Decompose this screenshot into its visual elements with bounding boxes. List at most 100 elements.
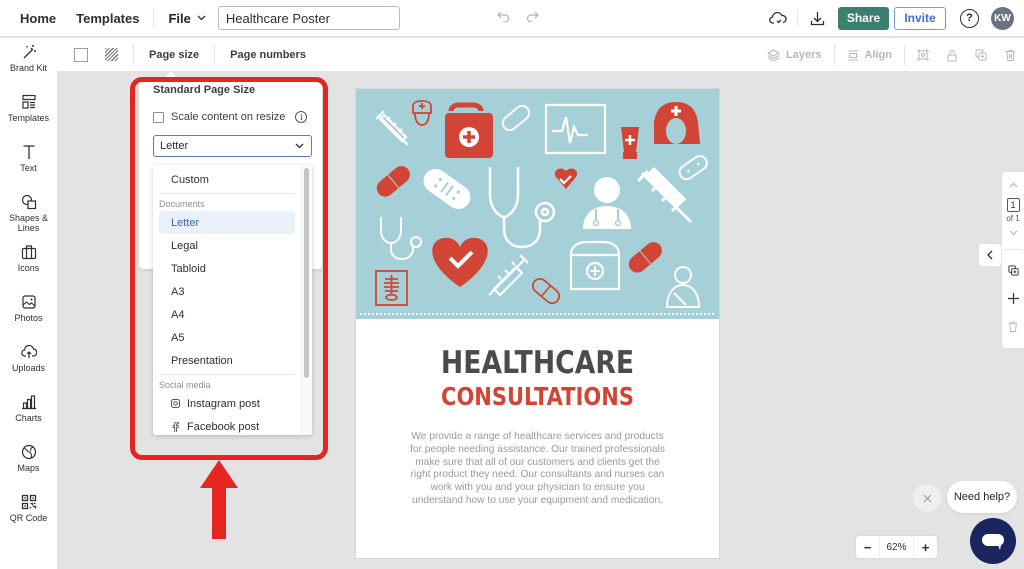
invite-button[interactable]: Invite bbox=[894, 6, 946, 30]
sidebar-label: QR Code bbox=[9, 513, 48, 523]
undo-icon[interactable] bbox=[497, 10, 510, 22]
redo-icon[interactable] bbox=[526, 10, 539, 22]
download-icon[interactable] bbox=[804, 5, 830, 31]
sidebar-item-qr-code[interactable]: QR Code bbox=[0, 488, 57, 538]
selected-size: Letter bbox=[160, 140, 189, 152]
duplicate-page-button[interactable] bbox=[1002, 256, 1024, 284]
page-numbers-button[interactable]: Page numbers bbox=[230, 49, 306, 61]
option-label: Facebook post bbox=[187, 420, 260, 433]
capsule-icon bbox=[628, 242, 662, 273]
layers-icon bbox=[767, 49, 781, 61]
collapse-panel-button[interactable] bbox=[979, 244, 1001, 266]
toolbar-right-actions: Layers Align bbox=[767, 38, 1016, 72]
option-facebook-post[interactable]: Facebook post bbox=[159, 415, 295, 435]
duplicate-icon bbox=[975, 49, 987, 61]
delete-button[interactable] bbox=[1005, 49, 1016, 61]
need-help-bubble[interactable]: Need help? bbox=[947, 481, 1017, 513]
home-link[interactable]: Home bbox=[20, 11, 56, 26]
sidebar-item-templates[interactable]: Templates bbox=[0, 88, 57, 138]
option-custom[interactable]: Custom bbox=[159, 168, 295, 191]
text-icon bbox=[23, 145, 34, 159]
dropdown-scrollbar-thumb[interactable] bbox=[304, 168, 309, 378]
divider bbox=[159, 193, 295, 194]
first-aid-kit-icon bbox=[445, 102, 493, 158]
scale-content-checkbox[interactable] bbox=[153, 111, 164, 123]
syringe-icon bbox=[488, 254, 529, 297]
scale-content-option: Scale content on resize i bbox=[153, 111, 308, 123]
duplicate-button[interactable] bbox=[975, 49, 987, 61]
close-help-button[interactable] bbox=[913, 484, 941, 512]
option-tabloid[interactable]: Tabloid bbox=[159, 257, 295, 280]
trash-icon bbox=[1006, 49, 1015, 61]
layers-label: Layers bbox=[786, 49, 822, 61]
sidebar-label: Templates bbox=[7, 113, 50, 123]
divider bbox=[797, 10, 798, 26]
poster-page[interactable]: HEALTHCARE CONSULTATIONS We provide a ra… bbox=[356, 89, 719, 558]
align-button[interactable]: Align bbox=[847, 49, 892, 61]
sidebar-item-icons[interactable]: Icons bbox=[0, 238, 57, 288]
sidebar-item-shapes[interactable]: Shapes & Lines bbox=[0, 188, 57, 238]
group-label-social: Social media bbox=[159, 379, 211, 390]
zoom-in-button[interactable]: + bbox=[914, 536, 937, 558]
sidebar-item-charts[interactable]: Charts bbox=[0, 388, 57, 438]
sidebar-item-maps[interactable]: Maps bbox=[0, 438, 57, 488]
page-size-select[interactable]: Letter bbox=[153, 135, 312, 157]
sidebar-label: Photos bbox=[14, 313, 43, 323]
poster-body-text[interactable]: We provide a range of healthcare service… bbox=[404, 431, 671, 508]
poster-banner[interactable] bbox=[356, 89, 719, 319]
option-legal[interactable]: Legal bbox=[159, 234, 295, 257]
avatar[interactable]: KW bbox=[991, 6, 1014, 30]
instagram-icon bbox=[171, 399, 180, 408]
chevron-down-icon bbox=[295, 143, 304, 149]
poster-heading[interactable]: HEALTHCARE bbox=[381, 345, 693, 381]
layers-button[interactable]: Layers bbox=[767, 49, 822, 61]
delete-page-button[interactable] bbox=[1002, 312, 1024, 340]
transparency-pattern-icon[interactable] bbox=[105, 48, 118, 61]
chat-bubble-icon bbox=[982, 534, 1004, 550]
group-label-documents: Documents bbox=[159, 198, 205, 209]
current-page-number[interactable]: 1 bbox=[1006, 198, 1020, 212]
sidebar-item-text[interactable]: Text bbox=[0, 138, 57, 188]
file-menu[interactable]: File bbox=[168, 11, 206, 26]
globe-icon bbox=[21, 444, 36, 460]
poster-subheading[interactable]: CONSULTATIONS bbox=[385, 382, 690, 411]
share-button[interactable]: Share bbox=[838, 6, 889, 30]
magic-wand-icon bbox=[23, 45, 36, 59]
sidebar-label: Uploads bbox=[11, 363, 46, 373]
option-instagram-post[interactable]: Instagram post bbox=[159, 392, 295, 415]
zoom-control: − 62% + bbox=[856, 536, 937, 558]
nurse-cap-icon bbox=[654, 102, 700, 144]
pill-icon bbox=[531, 277, 561, 305]
add-page-button[interactable] bbox=[1002, 284, 1024, 312]
sidebar-item-photos[interactable]: Photos bbox=[0, 288, 57, 338]
bandage-icon bbox=[423, 168, 471, 210]
zoom-out-button[interactable]: − bbox=[856, 536, 879, 558]
templates-link[interactable]: Templates bbox=[76, 11, 139, 26]
photo-icon bbox=[21, 295, 36, 309]
previous-page-button[interactable] bbox=[1002, 172, 1024, 198]
page-size-dropdown: Custom Documents Letter Legal Tabloid A3… bbox=[153, 165, 312, 435]
document-title-input[interactable] bbox=[217, 6, 400, 30]
doctor-icon bbox=[583, 177, 631, 229]
background-color-swatch[interactable] bbox=[74, 47, 88, 62]
heart-monitor-icon bbox=[544, 103, 607, 155]
cloud-saved-icon[interactable] bbox=[765, 5, 791, 31]
icons-icon bbox=[21, 245, 36, 260]
page-size-button[interactable]: Page size bbox=[149, 49, 199, 61]
info-icon[interactable]: i bbox=[295, 111, 308, 123]
help-icon[interactable]: ? bbox=[960, 8, 979, 28]
option-letter[interactable]: Letter bbox=[159, 211, 295, 234]
next-page-button[interactable] bbox=[1002, 223, 1024, 243]
fit-frame-button[interactable] bbox=[917, 49, 929, 61]
option-presentation[interactable]: Presentation bbox=[159, 349, 295, 372]
option-a3[interactable]: A3 bbox=[159, 280, 295, 303]
sidebar-item-uploads[interactable]: Uploads bbox=[0, 338, 57, 388]
sidebar-item-brand-kit[interactable]: Brand Kit bbox=[0, 38, 57, 88]
zoom-level[interactable]: 62% bbox=[879, 536, 914, 558]
option-a5[interactable]: A5 bbox=[159, 326, 295, 349]
lock-button[interactable] bbox=[947, 49, 957, 62]
option-a4[interactable]: A4 bbox=[159, 303, 295, 326]
option-label: Instagram post bbox=[187, 397, 260, 410]
chat-launcher-button[interactable] bbox=[970, 518, 1016, 564]
frame-icon bbox=[917, 49, 929, 61]
